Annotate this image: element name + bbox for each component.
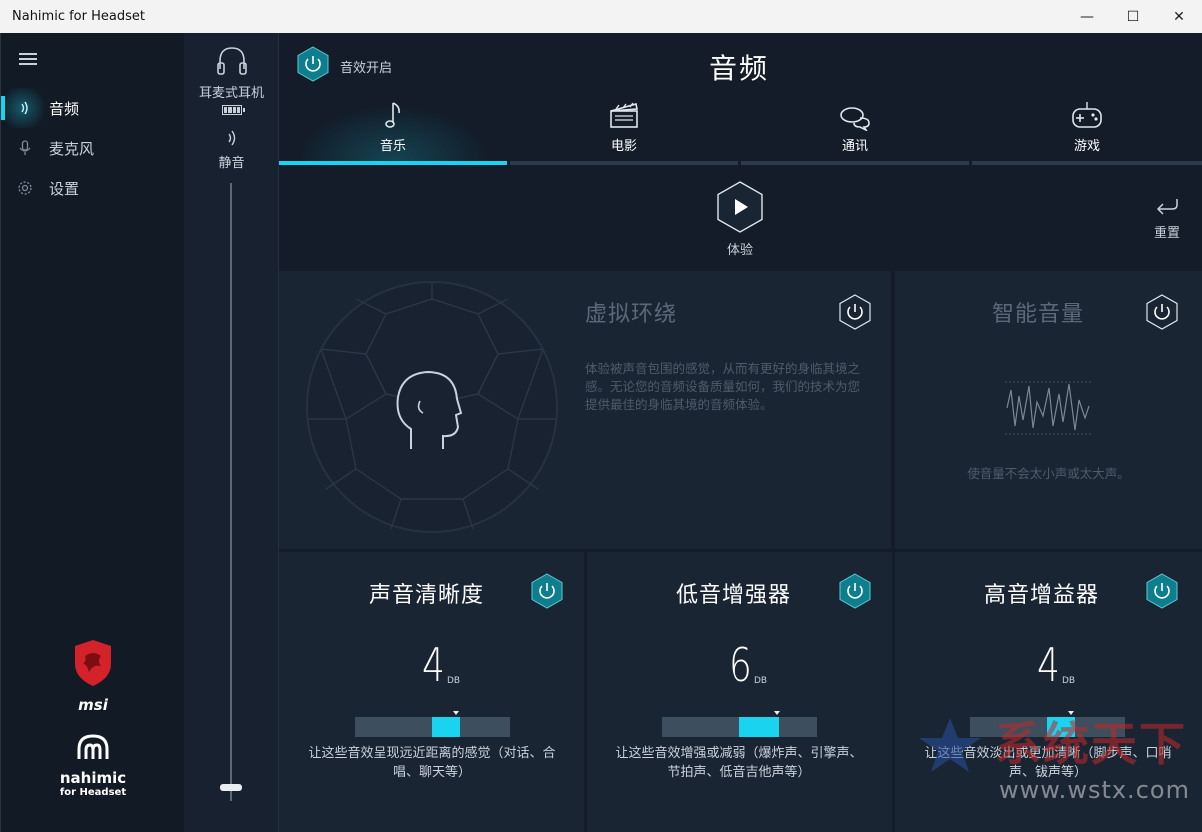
device-panel: 耳麦式耳机 静音 — [184, 33, 279, 832]
headphone-icon[interactable] — [184, 45, 279, 81]
card-value: 6 — [729, 638, 752, 692]
msi-logo: msi — [61, 638, 125, 714]
slider-marker — [453, 711, 459, 715]
slider-marker — [1068, 711, 1074, 715]
tab-label: 游戏 — [1073, 139, 1100, 154]
slider-marker — [774, 711, 780, 715]
nahimic-wordmark: nahimic — [59, 769, 127, 787]
experience-play-button[interactable] — [716, 181, 764, 233]
undo-arrow-icon — [1147, 195, 1187, 220]
sidebar-item-settings[interactable]: 设置 — [1, 168, 185, 208]
sidebar: 音频 麦克风 设置 msi nahimic for Headset — [0, 33, 184, 832]
card-value: 4 — [1037, 638, 1060, 692]
tab-underline — [510, 161, 738, 165]
nahimic-headphone-icon — [77, 734, 109, 759]
window-title: Nahimic for Headset — [12, 9, 145, 24]
card-unit: DB — [1062, 676, 1076, 686]
surround-title: 虚拟环绕 — [585, 302, 678, 327]
effects-power-button[interactable] — [295, 46, 331, 82]
close-button[interactable]: ✕ — [1156, 0, 1202, 33]
window-controls: — ☐ ✕ — [1064, 0, 1202, 33]
slider-fill[interactable] — [739, 717, 779, 737]
tab-music[interactable]: 音乐 — [279, 95, 507, 165]
treble-boost-slider[interactable] — [970, 711, 1125, 737]
smart-volume-power-button[interactable] — [1144, 294, 1180, 330]
card-description: 让这些音效呈现远近距离的感觉（对话、合唱、聊天等） — [308, 746, 556, 780]
bass-boost-card: 低音增强器 6 DB 让这些音效增强或减弱（爆炸声、引擎声、节拍声、低音吉他声等… — [587, 552, 892, 832]
sidebar-item-microphone[interactable]: 麦克风 — [1, 128, 185, 168]
card-unit: DB — [447, 676, 461, 686]
voice-clarity-slider[interactable] — [355, 711, 510, 737]
chat-bubbles-icon — [741, 95, 969, 131]
tab-game[interactable]: 游戏 — [972, 95, 1202, 165]
title-bar: Nahimic for Headset — ☐ ✕ — [0, 0, 1202, 33]
clapperboard-icon — [510, 95, 738, 131]
card-value: 4 — [422, 638, 445, 692]
smart-volume-panel: 智能音量 使音量不会太小声或太大声。 — [895, 271, 1202, 549]
device-name: 耳麦式耳机 — [198, 86, 264, 101]
slider-fill[interactable] — [1047, 717, 1075, 737]
volume-slider-thumb[interactable] — [220, 784, 242, 791]
minimize-button[interactable]: — — [1064, 0, 1110, 33]
mute-label: 静音 — [218, 156, 245, 171]
tab-label: 电影 — [610, 139, 637, 154]
tab-label: 音乐 — [379, 139, 406, 154]
card-title: 高音增益器 — [984, 583, 1100, 608]
tab-movie[interactable]: 电影 — [510, 95, 738, 165]
mute-sound-icon[interactable] — [184, 129, 279, 151]
music-note-icon — [279, 95, 507, 131]
reset-label: 重置 — [1153, 226, 1180, 241]
main-content: 音效开启 音频 音乐 电影 通讯 游戏 体验 重置 虚拟环绕 体验被声音包围的感… — [279, 33, 1202, 832]
surround-sphere-head-icon — [306, 281, 558, 533]
sidebar-item-label: 麦克风 — [49, 139, 95, 158]
maximize-button[interactable]: ☐ — [1110, 0, 1156, 33]
reset-button[interactable]: 重置 — [1147, 195, 1187, 241]
card-title: 声音清晰度 — [369, 583, 485, 608]
card-title: 低音增强器 — [676, 583, 792, 608]
bass-boost-slider[interactable] — [662, 711, 817, 737]
nahimic-logo: nahimic for Headset — [51, 733, 135, 798]
gear-icon — [1, 180, 49, 196]
tab-communication[interactable]: 通讯 — [741, 95, 969, 165]
waveform-icon — [1005, 381, 1091, 435]
card-unit: DB — [754, 676, 768, 686]
sidebar-item-label: 音频 — [49, 99, 80, 118]
surround-description: 体验被声音包围的感觉，从而有更好的身临其境之感。无论您的音频设备质量如何，我们的… — [585, 361, 861, 412]
voice-clarity-power-button[interactable] — [529, 573, 565, 609]
virtual-surround-panel: 虚拟环绕 体验被声音包围的感觉，从而有更好的身临其境之感。无论您的音频设备质量如… — [279, 271, 891, 549]
bass-boost-power-button[interactable] — [837, 573, 873, 609]
sidebar-item-audio[interactable]: 音频 — [1, 88, 185, 128]
volume-slider-track[interactable] — [230, 183, 232, 801]
gamepad-icon — [972, 95, 1202, 131]
surround-power-button[interactable] — [837, 294, 873, 330]
card-description: 让这些音效淡出或更加清晰（脚步声、口哨声、钹声等） — [924, 746, 1172, 780]
voice-clarity-card: 声音清晰度 4 DB 让这些音效呈现远近距离的感觉（对话、合唱、聊天等） — [279, 552, 584, 832]
page-title: 音频 — [708, 52, 769, 85]
slider-fill[interactable] — [432, 717, 460, 737]
msi-shield-icon — [75, 640, 111, 686]
battery-icon — [222, 105, 245, 115]
profile-tabs: 音乐 电影 通讯 游戏 — [279, 95, 1202, 165]
card-description: 让这些音效增强或减弱（爆炸声、引擎声、节拍声、低音吉他声等） — [615, 746, 863, 780]
treble-boost-power-button[interactable] — [1144, 573, 1180, 609]
nahimic-subtitle: for Headset — [59, 787, 127, 798]
experience-label: 体验 — [726, 243, 753, 258]
microphone-icon — [1, 140, 49, 156]
tab-underline — [741, 161, 969, 165]
treble-boost-card: 高音增益器 4 DB 让这些音效淡出或更加清晰（脚步声、口哨声、钹声等） — [895, 552, 1202, 832]
smart-volume-title: 智能音量 — [992, 302, 1085, 327]
sidebar-item-label: 设置 — [49, 179, 80, 198]
effects-toggle-label: 音效开启 — [340, 61, 393, 76]
tab-underline — [279, 161, 507, 165]
smart-volume-description: 使音量不会太小声或太大声。 — [967, 466, 1130, 481]
tab-label: 通讯 — [841, 139, 868, 154]
hamburger-menu-icon[interactable] — [19, 53, 37, 65]
tab-underline — [972, 161, 1202, 165]
msi-wordmark: msi — [78, 696, 108, 714]
active-indicator — [1, 96, 5, 120]
active-glow — [5, 88, 49, 128]
